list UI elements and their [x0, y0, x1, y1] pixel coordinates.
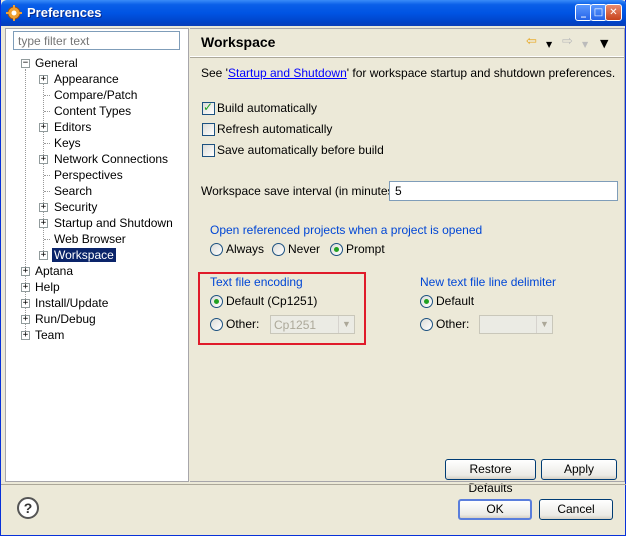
save-automatically-checkbox[interactable]: [202, 144, 215, 157]
line-delimiter-label: New text file line delimiter: [420, 275, 557, 289]
tree-item-workspace[interactable]: Workspace: [52, 247, 116, 263]
tree-item-aptana[interactable]: Aptana: [35, 263, 73, 279]
close-button[interactable]: ✕: [605, 4, 622, 21]
tree-guide-line: [44, 143, 50, 144]
tree-item-keys[interactable]: Keys: [54, 135, 81, 151]
expander-editors[interactable]: +: [39, 123, 48, 132]
tree-item-team[interactable]: Team: [35, 327, 64, 343]
open-ref-always-label[interactable]: Always: [226, 242, 264, 256]
delimiter-default-radio[interactable]: [420, 295, 433, 308]
view-menu-icon[interactable]: ▼: [600, 37, 608, 51]
tree-item-help[interactable]: Help: [35, 279, 60, 295]
open-ref-prompt-label[interactable]: Prompt: [346, 242, 385, 256]
expander-general[interactable]: −: [21, 59, 30, 68]
encoding-other-combo[interactable]: Cp1251 ▼: [270, 315, 355, 334]
tree-guide-line: [44, 175, 50, 176]
encoding-other-radio[interactable]: [210, 318, 223, 331]
tree-item-search[interactable]: Search: [54, 183, 92, 199]
delimiter-default-label[interactable]: Default: [436, 294, 474, 308]
preferences-window: Preferences _ □ ✕ − General + Appearance…: [0, 0, 626, 536]
save-automatically-label[interactable]: Save automatically before build: [217, 143, 384, 157]
restore-defaults-button[interactable]: Restore Defaults: [445, 459, 536, 495]
preference-tree-panel: − General + Appearance Compare/Patch Con…: [5, 28, 189, 482]
open-referenced-projects-label: Open referenced projects when a project …: [210, 223, 483, 237]
open-ref-always-radio[interactable]: [210, 243, 223, 256]
expander-aptana[interactable]: +: [21, 267, 30, 276]
startup-shutdown-link[interactable]: Startup and Shutdown: [228, 66, 347, 80]
ok-button[interactable]: OK: [458, 499, 532, 520]
expander-appearance[interactable]: +: [39, 75, 48, 84]
minimize-icon: _: [581, 7, 586, 18]
footer-separator: [1, 484, 626, 485]
preferences-gear-icon: [6, 5, 22, 21]
tree-item-run-debug[interactable]: Run/Debug: [35, 311, 96, 327]
expander-help[interactable]: +: [21, 283, 30, 292]
tree-item-content-types[interactable]: Content Types: [54, 103, 131, 119]
chevron-down-icon[interactable]: ▼: [338, 316, 354, 333]
tree-guide-line: [44, 191, 50, 192]
tree-guide-line: [43, 77, 44, 257]
tree-item-compare-patch[interactable]: Compare/Patch: [54, 87, 137, 103]
open-ref-never-label[interactable]: Never: [288, 242, 320, 256]
tree-item-appearance[interactable]: Appearance: [54, 71, 119, 87]
tree-guide-line: [44, 111, 50, 112]
forward-dropdown-icon[interactable]: ▼: [582, 38, 588, 52]
tree-item-startup-shutdown[interactable]: Startup and Shutdown: [54, 215, 173, 231]
page-title: Workspace: [201, 34, 276, 50]
save-interval-input[interactable]: 5: [389, 181, 618, 201]
text-file-encoding-label: Text file encoding: [210, 275, 303, 289]
workspace-preference-page: Workspace ⇦ ▼ ⇨ ▼ ▼ See 'Startup and Shu…: [190, 28, 625, 495]
encoding-default-radio[interactable]: [210, 295, 223, 308]
maximize-icon: □: [593, 7, 604, 18]
tree-item-install-update[interactable]: Install/Update: [35, 295, 108, 311]
delimiter-other-label[interactable]: Other:: [436, 317, 469, 331]
tree-item-web-browser[interactable]: Web Browser: [54, 231, 126, 247]
expander-install-update[interactable]: +: [21, 299, 30, 308]
build-automatically-label[interactable]: Build automatically: [217, 101, 317, 115]
refresh-automatically-checkbox[interactable]: [202, 123, 215, 136]
header-separator: [190, 57, 624, 58]
tree-item-general[interactable]: General: [35, 55, 78, 71]
refresh-automatically-label[interactable]: Refresh automatically: [217, 122, 332, 136]
tree-guide-line: [44, 95, 50, 96]
encoding-default-label[interactable]: Default (Cp1251): [226, 294, 317, 308]
tree-item-editors[interactable]: Editors: [54, 119, 91, 135]
window-title: Preferences: [27, 5, 102, 20]
encoding-other-label[interactable]: Other:: [226, 317, 259, 331]
back-arrow-icon[interactable]: ⇦: [526, 35, 537, 49]
tree-guide-line: [44, 239, 50, 240]
forward-arrow-icon[interactable]: ⇨: [562, 35, 573, 49]
expander-security[interactable]: +: [39, 203, 48, 212]
expander-startup-shutdown[interactable]: +: [39, 219, 48, 228]
filter-input[interactable]: [13, 31, 180, 50]
tree-item-perspectives[interactable]: Perspectives: [54, 167, 123, 183]
title-bar[interactable]: Preferences _ □ ✕: [1, 0, 626, 26]
expander-workspace[interactable]: +: [39, 251, 48, 260]
chevron-down-icon[interactable]: ▼: [536, 316, 552, 333]
delimiter-other-radio[interactable]: [420, 318, 433, 331]
expander-run-debug[interactable]: +: [21, 315, 30, 324]
page-header: Workspace ⇦ ▼ ⇨ ▼ ▼: [190, 29, 624, 57]
save-interval-label: Workspace save interval (in minutes):: [201, 184, 401, 198]
apply-button[interactable]: Apply: [541, 459, 617, 480]
cancel-button[interactable]: Cancel: [539, 499, 613, 520]
open-ref-prompt-radio[interactable]: [330, 243, 343, 256]
help-icon[interactable]: ?: [17, 497, 39, 519]
expander-team[interactable]: +: [21, 331, 30, 340]
tree-item-security[interactable]: Security: [54, 199, 97, 215]
tree-item-network-connections[interactable]: Network Connections: [54, 151, 168, 167]
close-icon: ✕: [609, 7, 618, 18]
intro-text: See 'Startup and Shutdown' for workspace…: [201, 66, 616, 80]
delimiter-other-combo[interactable]: ▼: [479, 315, 553, 334]
build-automatically-checkbox[interactable]: [202, 100, 215, 115]
back-dropdown-icon[interactable]: ▼: [546, 38, 552, 52]
expander-network-connections[interactable]: +: [39, 155, 48, 164]
open-ref-never-radio[interactable]: [272, 243, 285, 256]
tree-guide-line: [25, 69, 26, 337]
